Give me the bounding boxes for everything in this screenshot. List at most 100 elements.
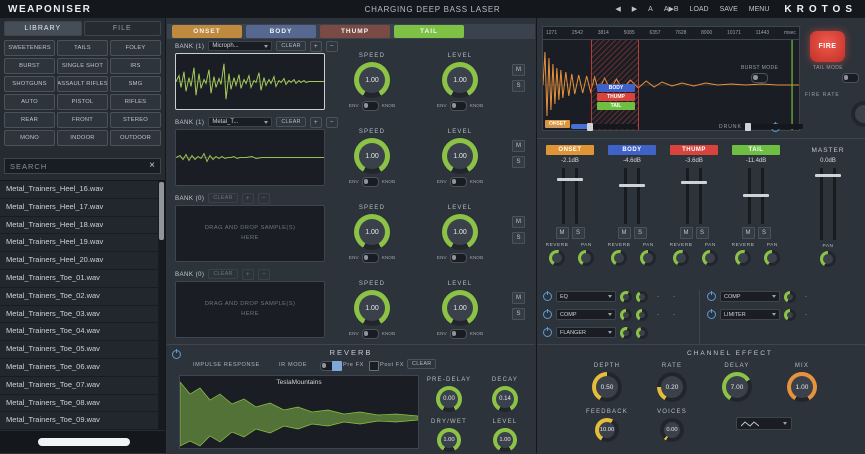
category-button[interactable]: BURST <box>4 58 55 74</box>
list-item[interactable]: Metal_Trainers_Heel_18.wav <box>0 217 165 235</box>
reverb-power-icon[interactable] <box>172 350 181 359</box>
pre-fx-checkbox[interactable] <box>332 361 342 371</box>
rate-knob[interactable]: 0.20 <box>657 372 687 402</box>
category-button[interactable]: OUTDOOR <box>110 130 161 146</box>
fx-knob[interactable] <box>620 327 632 339</box>
fx-power-icon[interactable] <box>707 310 716 319</box>
fx-knob[interactable] <box>620 291 632 303</box>
next-preset-button[interactable]: ▶ <box>632 5 637 13</box>
post-fx-checkbox[interactable] <box>369 361 379 371</box>
fx-knob[interactable] <box>636 309 648 321</box>
category-button[interactable]: INDOOR <box>57 130 108 146</box>
mute-button[interactable]: M <box>680 227 693 239</box>
search-input[interactable]: SEARCH × <box>4 158 161 174</box>
env-knob-toggle[interactable] <box>450 329 467 339</box>
bank-drop-zone[interactable]: DRAG AND DROP SAMPLE(S) HERE <box>175 205 325 262</box>
pan-knob[interactable] <box>578 250 594 266</box>
tab-file[interactable]: FILE <box>84 21 162 36</box>
level-knob[interactable]: 1.00 <box>442 290 478 326</box>
mute-button[interactable]: M <box>512 140 525 152</box>
solo-button[interactable]: S <box>512 232 525 244</box>
drunk-slider[interactable] <box>743 124 803 129</box>
category-button[interactable]: SWEETENERS <box>4 40 55 56</box>
fx-knob[interactable] <box>620 309 632 321</box>
tail-region-tag[interactable]: TAIL <box>597 102 635 110</box>
reverb-send-knob[interactable] <box>673 250 689 266</box>
list-item[interactable]: Metal_Trainers_Toe_01.wav <box>0 270 165 288</box>
fx-power-icon[interactable] <box>543 328 552 337</box>
list-item[interactable]: Metal_Trainers_Heel_16.wav <box>0 181 165 199</box>
fx-knob[interactable] <box>636 327 648 339</box>
mix-knob[interactable]: 1.00 <box>787 372 817 402</box>
category-button[interactable]: FOLEY <box>110 40 161 56</box>
mute-button[interactable]: M <box>512 292 525 304</box>
mute-button[interactable]: M <box>618 227 631 239</box>
bank-waveform[interactable] <box>175 53 325 110</box>
pan-knob[interactable] <box>764 250 780 266</box>
clear-button[interactable]: CLEAR <box>208 193 237 203</box>
decay-knob[interactable]: 0.14 <box>492 386 518 412</box>
solo-button[interactable]: S <box>512 308 525 320</box>
fx-select[interactable]: COMP <box>556 309 616 320</box>
category-button[interactable]: SHOTGUNS <box>4 76 55 92</box>
fx-power-icon[interactable] <box>707 292 716 301</box>
mixer-channel-tail[interactable]: TAIL <box>732 145 780 155</box>
channel-fader[interactable] <box>555 168 585 224</box>
solo-button[interactable]: S <box>696 227 709 239</box>
mute-button[interactable]: M <box>742 227 755 239</box>
remove-sample-button[interactable]: − <box>258 269 270 280</box>
level-knob[interactable]: 1.00 <box>442 138 478 174</box>
category-button[interactable]: SINGLE SHOT <box>57 58 108 74</box>
list-item[interactable]: Metal_Trainers_Toe_02.wav <box>0 288 165 306</box>
list-item[interactable]: Metal_Trainers_Heel_19.wav <box>0 234 165 252</box>
tab-library[interactable]: LIBRARY <box>4 21 82 36</box>
pan-knob[interactable] <box>702 250 718 266</box>
sample-select[interactable]: Microph... <box>208 41 272 51</box>
tab-tail[interactable]: TAIL <box>394 25 464 38</box>
solo-button[interactable]: S <box>572 227 585 239</box>
feedback-knob[interactable]: 10.00 <box>595 418 619 442</box>
level-knob[interactable]: 1.00 <box>442 62 478 98</box>
clear-button[interactable]: CLEAR <box>276 41 305 51</box>
reverb-send-knob[interactable] <box>611 250 627 266</box>
clear-button[interactable]: CLEAR <box>208 269 237 279</box>
horizontal-scrollbar[interactable] <box>0 431 165 453</box>
clear-button[interactable]: CLEAR <box>276 117 305 127</box>
fx-power-icon[interactable] <box>543 292 552 301</box>
mixer-channel-onset[interactable]: ONSET <box>546 145 594 155</box>
tab-thump[interactable]: THUMP <box>320 25 390 38</box>
channel-fader[interactable] <box>617 168 647 224</box>
scrollbar-thumb[interactable] <box>159 182 164 240</box>
level-knob[interactable]: 1.00 <box>442 214 478 250</box>
env-knob-toggle[interactable] <box>450 177 467 187</box>
env-knob-toggle[interactable] <box>362 253 379 263</box>
fx-power-icon[interactable] <box>543 310 552 319</box>
speed-knob[interactable]: 1.00 <box>354 214 390 250</box>
speed-knob[interactable]: 1.00 <box>354 290 390 326</box>
mute-button[interactable]: M <box>556 227 569 239</box>
pan-knob[interactable] <box>640 250 656 266</box>
solo-button[interactable]: S <box>512 156 525 168</box>
depth-knob[interactable]: 0.50 <box>592 372 622 402</box>
save-button[interactable]: SAVE <box>720 6 738 13</box>
mixer-channel-body[interactable]: BODY <box>608 145 656 155</box>
category-button[interactable]: AUTO <box>4 94 55 110</box>
env-knob-toggle[interactable] <box>450 101 467 111</box>
category-button[interactable]: ASSAULT RIFLES <box>57 76 108 92</box>
tab-onset[interactable]: ONSET <box>172 25 242 38</box>
fire-button[interactable]: FIRE <box>810 31 845 62</box>
ir-clear-button[interactable]: CLEAR <box>407 359 436 369</box>
tail-mode-toggle[interactable] <box>842 73 859 83</box>
delay-knob[interactable]: 7.00 <box>722 372 752 402</box>
category-button[interactable]: IRS <box>110 58 161 74</box>
fx-select[interactable]: LIMITER <box>720 309 780 320</box>
category-button[interactable]: FRONT <box>57 112 108 128</box>
mute-button[interactable]: M <box>512 64 525 76</box>
list-item[interactable]: Metal_Trainers_Toe_03.wav <box>0 306 165 324</box>
remove-sample-button[interactable]: − <box>326 41 338 52</box>
list-item[interactable]: Metal_Trainers_Toe_08.wav <box>0 395 165 413</box>
fx-select[interactable]: FLANGER <box>556 327 616 338</box>
mixer-channel-thump[interactable]: THUMP <box>670 145 718 155</box>
add-sample-button[interactable]: + <box>242 269 254 280</box>
load-button[interactable]: LOAD <box>690 6 709 13</box>
